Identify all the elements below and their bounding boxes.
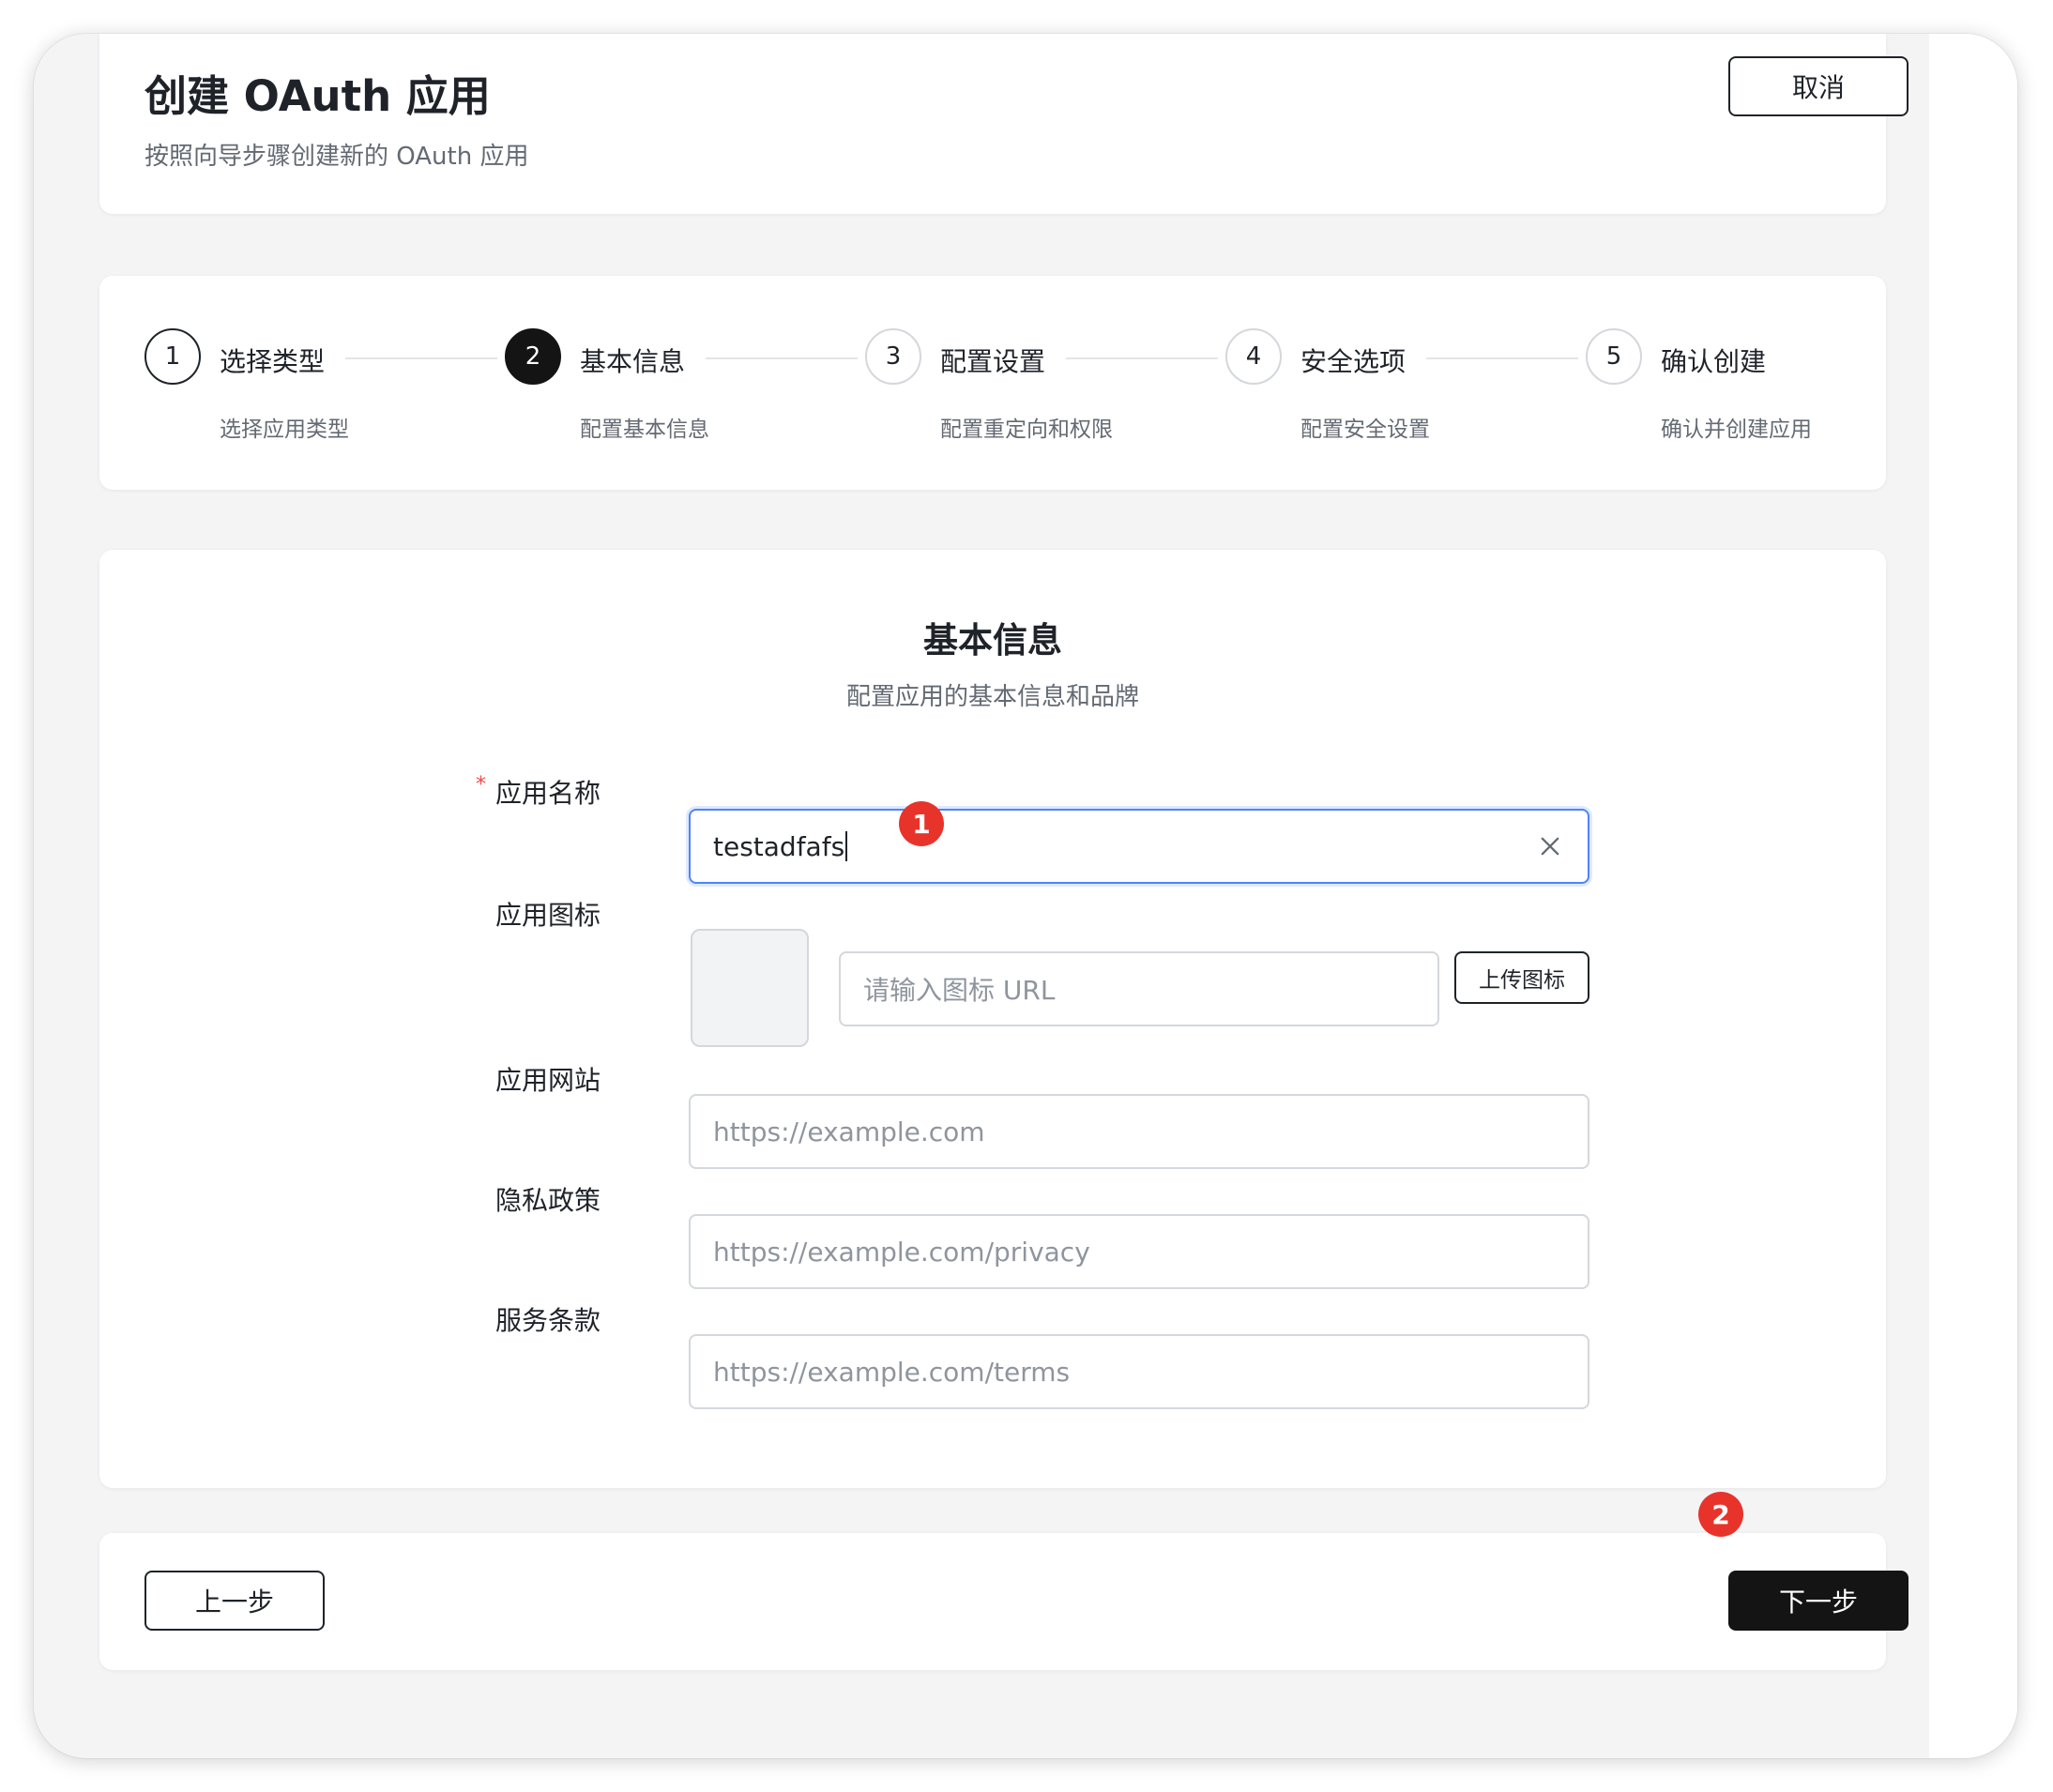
icon-url-input[interactable]: 请输入图标 URL — [839, 951, 1439, 1026]
annotation-badge-2: 2 — [1698, 1492, 1743, 1537]
previous-step-button[interactable]: 上一步 — [144, 1571, 325, 1631]
step-description: 配置基本信息 — [580, 418, 709, 442]
app-name-label-text: 应用名称 — [494, 778, 601, 809]
step-description: 选择应用类型 — [220, 418, 349, 442]
step-title: 配置设置 — [940, 346, 1046, 377]
privacy-policy-label: 隐私政策 — [494, 1185, 601, 1216]
step-number: 1 — [144, 328, 201, 385]
step-connector — [706, 357, 858, 359]
cancel-button[interactable]: 取消 — [1728, 56, 1909, 116]
app-website-label: 应用网站 — [494, 1065, 601, 1096]
step-connector — [345, 357, 497, 359]
footer-actions: 上一步 下一步 — [99, 1533, 1909, 1670]
upload-icon-button[interactable]: 上传图标 — [1454, 951, 1589, 1004]
wizard-steps: 1 选择类型 选择应用类型 2 基本信息 配置基本信息 3 配置设置 配置重定向… — [99, 276, 1886, 490]
page-title: 创建 OAuth 应用 — [144, 71, 491, 121]
step-3[interactable]: 3 配置设置 配置重定向和权限 — [865, 328, 1225, 442]
app-website-input[interactable]: https://example.com — [689, 1094, 1589, 1169]
right-strip — [1929, 34, 2017, 1758]
step-number: 5 — [1586, 328, 1642, 385]
step-4[interactable]: 4 安全选项 配置安全设置 — [1225, 328, 1586, 442]
app-icon-label: 应用图标 — [494, 900, 601, 931]
step-title: 基本信息 — [580, 346, 686, 377]
required-mark: * — [475, 773, 486, 797]
step-connector — [1066, 357, 1218, 359]
step-1[interactable]: 1 选择类型 选择应用类型 — [144, 328, 505, 442]
step-5[interactable]: 5 确认创建 确认并创建应用 — [1586, 328, 1946, 442]
privacy-policy-input[interactable]: https://example.com/privacy — [689, 1214, 1589, 1289]
form-title: 基本信息 — [923, 620, 1062, 661]
app-name-label: * 应用名称 — [476, 773, 601, 811]
step-title: 确认创建 — [1661, 346, 1767, 377]
step-connector — [1426, 357, 1578, 359]
app-icon-preview — [691, 929, 809, 1047]
terms-input[interactable]: https://example.com/terms — [689, 1334, 1589, 1409]
page-subtitle: 按照向导步骤创建新的 OAuth 应用 — [144, 143, 529, 171]
terms-label: 服务条款 — [494, 1305, 601, 1336]
text-caret — [845, 831, 848, 861]
step-2[interactable]: 2 基本信息 配置基本信息 — [505, 328, 865, 442]
step-number: 3 — [865, 328, 921, 385]
app-window: 创建 OAuth 应用 按照向导步骤创建新的 OAuth 应用 取消 1 选择类… — [34, 34, 2017, 1758]
clear-icon[interactable] — [1537, 833, 1563, 859]
step-number: 2 — [505, 328, 561, 385]
step-description: 配置安全设置 — [1300, 418, 1430, 442]
step-description: 配置重定向和权限 — [940, 418, 1113, 442]
step-title: 安全选项 — [1300, 346, 1407, 377]
step-description: 确认并创建应用 — [1661, 418, 1812, 442]
form-subtitle: 配置应用的基本信息和品牌 — [845, 683, 1139, 711]
step-title: 选择类型 — [220, 346, 326, 377]
next-step-button[interactable]: 下一步 — [1728, 1571, 1909, 1631]
app-name-input[interactable]: testadfafs — [689, 809, 1589, 884]
basic-info-form: 基本信息 配置应用的基本信息和品牌 * 应用名称 testadfafs 1 应用图… — [99, 550, 1886, 1488]
annotation-badge-1: 1 — [899, 801, 944, 846]
header-card: 创建 OAuth 应用 按照向导步骤创建新的 OAuth 应用 取消 — [99, 34, 1909, 214]
app-name-value: testadfafs — [713, 830, 845, 862]
step-number: 4 — [1225, 328, 1282, 385]
